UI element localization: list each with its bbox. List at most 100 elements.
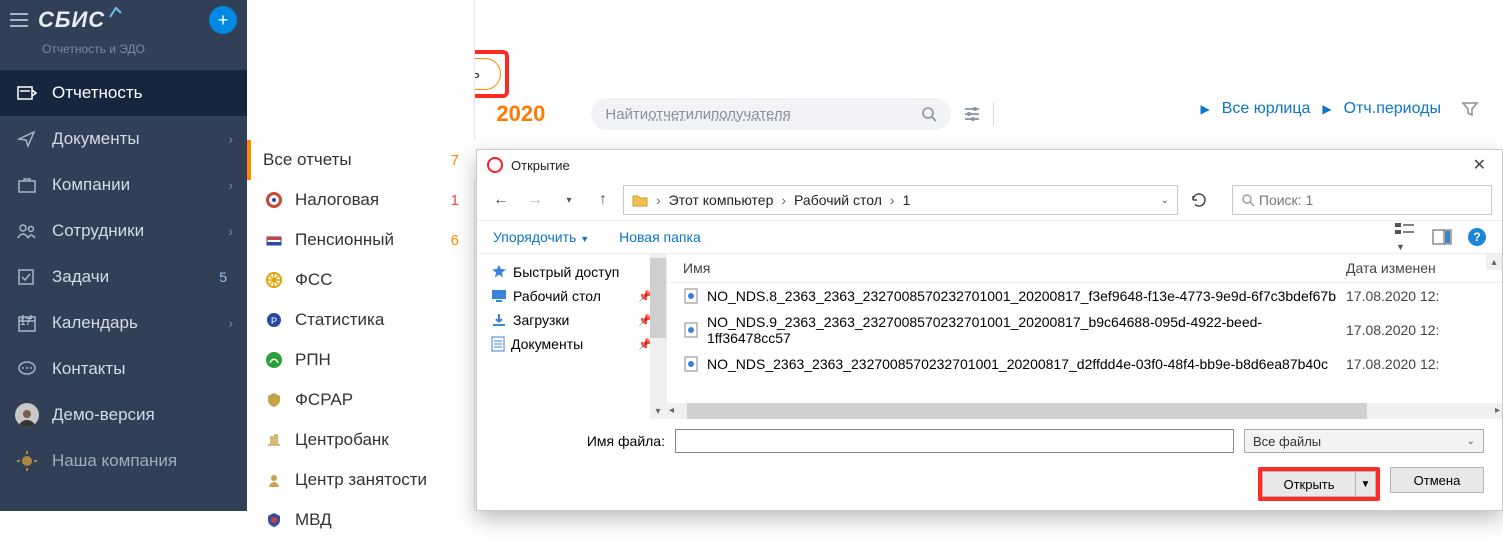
sidebar-item-label: Компании [52, 175, 130, 195]
briefcase-icon [14, 176, 40, 194]
search-recipient-link[interactable]: получателя [711, 106, 791, 123]
address-dropdown-icon[interactable]: ⌄ [1161, 195, 1169, 206]
sidebar-item-label: Документы [52, 129, 140, 149]
sidebar-item-companies[interactable]: Компании › [0, 162, 247, 208]
scrollbar-thumb[interactable] [650, 258, 666, 338]
funnel-icon[interactable] [1461, 100, 1479, 118]
open-button[interactable]: Открыть [1262, 471, 1356, 497]
search-icon[interactable] [921, 106, 937, 122]
category-count: 6 [451, 232, 459, 249]
chevron-right-icon: › [228, 223, 233, 239]
category-label: РПН [295, 350, 331, 370]
nav-recent-dropdown-icon[interactable]: ▾ [555, 186, 583, 214]
brand-bird-icon [109, 7, 123, 21]
scroll-up-icon[interactable]: ▴ [1486, 254, 1502, 270]
file-name: NO_NDS.9_2363_2363_2327008570232701001_2… [707, 314, 1338, 346]
sidebar-item-documents[interactable]: Документы › [0, 116, 247, 162]
sidebar-item-company[interactable]: Наша компания [0, 438, 247, 484]
tree-item[interactable]: Загрузки📌 [485, 308, 658, 332]
scroll-right-icon[interactable]: ▸ [1495, 405, 1500, 416]
filetype-value: Все файлы [1253, 434, 1321, 449]
category-item[interactable]: РПН [247, 340, 475, 380]
file-row[interactable]: NO_NDS.8_2363_2363_2327008570232701001_2… [667, 283, 1502, 309]
scroll-left-icon[interactable]: ◂ [669, 405, 674, 416]
column-date[interactable]: Дата изменен [1346, 260, 1486, 276]
refresh-icon[interactable] [1184, 185, 1214, 215]
category-item[interactable]: Все отчеты7 [247, 140, 475, 180]
sidebar-item-calendar[interactable]: 17 Календарь › [0, 300, 247, 346]
highlight-box: Открыть ▼ [1258, 467, 1380, 501]
breadcrumb-2[interactable]: 1 [903, 192, 911, 208]
nav-back-icon[interactable]: ← [487, 186, 515, 214]
crumb-periods[interactable]: Отч.периоды [1344, 100, 1441, 118]
tree-item[interactable]: Рабочий стол📌 [485, 284, 658, 308]
sidebar: СБИС + Отчетность и ЭДО Отчетность Докум… [0, 0, 247, 511]
help-icon[interactable]: ? [1468, 228, 1486, 246]
breadcrumb-1[interactable]: Рабочий стол [794, 192, 882, 208]
file-open-dialog: Открытие ✕ ← → ▾ ↑ › Этот компьютер › Ра… [476, 149, 1503, 511]
hscrollbar-thumb[interactable] [687, 403, 1367, 419]
svg-text:Р: Р [271, 316, 277, 326]
list-settings-icon[interactable] [963, 106, 981, 122]
category-item[interactable]: Р Статистика [247, 300, 475, 340]
chevron-right-icon: › [779, 192, 788, 208]
tree-label: Загрузки [513, 312, 569, 328]
file-row[interactable]: NO_NDS.9_2363_2363_2327008570232701001_2… [667, 309, 1502, 351]
sidebar-item-contacts[interactable]: Контакты [0, 346, 247, 392]
sidebar-item-reports[interactable]: Отчетность [0, 70, 247, 116]
search-input[interactable]: Найти отчет или получателя [591, 98, 951, 130]
category-item[interactable]: Пенсионный 6 [247, 220, 475, 260]
crumb-all-legal[interactable]: Все юрлица [1222, 100, 1311, 118]
sidebar-item-label: Задачи [52, 267, 109, 287]
add-button[interactable]: + [209, 6, 237, 34]
category-item[interactable]: МВД [247, 500, 475, 540]
category-item[interactable]: ФСС [247, 260, 475, 300]
tree-label: Быстрый доступ [513, 264, 619, 280]
file-name: NO_NDS_2363_2363_2327008570232701001_202… [707, 356, 1338, 372]
hscrollbar[interactable]: ◂ ▸ [667, 403, 1502, 419]
scroll-down-icon[interactable]: ▾ [650, 403, 666, 419]
sidebar-item-employees[interactable]: Сотрудники › [0, 208, 247, 254]
sidebar-item-demo[interactable]: Демо-версия [0, 392, 247, 438]
breadcrumb-0[interactable]: Этот компьютер [669, 192, 774, 208]
file-row[interactable]: NO_NDS_2363_2363_2327008570232701001_202… [667, 351, 1502, 377]
category-label: Пенсионный [295, 230, 394, 250]
open-dropdown-icon[interactable]: ▼ [1356, 471, 1376, 497]
chevron-right-icon: › [654, 192, 663, 208]
filename-input[interactable] [675, 429, 1234, 453]
category-icon [263, 231, 285, 249]
chevron-right-icon: › [228, 177, 233, 193]
address-bar[interactable]: › Этот компьютер › Рабочий стол › 1 ⌄ [623, 185, 1178, 215]
people-icon [14, 222, 40, 240]
close-icon[interactable]: ✕ [1467, 155, 1492, 175]
new-folder-button[interactable]: Новая папка [619, 229, 701, 245]
category-item[interactable]: Центр занятости [247, 460, 475, 500]
organize-menu[interactable]: Упорядочить ▼ [493, 229, 589, 245]
cancel-button[interactable]: Отмена [1390, 467, 1484, 493]
checklist-icon [14, 268, 40, 286]
column-name[interactable]: Имя [683, 260, 1346, 276]
dialog-search-input[interactable]: Поиск: 1 [1232, 185, 1492, 215]
xml-file-icon [683, 322, 699, 338]
view-options-icon[interactable]: ▼ [1394, 221, 1416, 253]
file-list: ▴ Имя Дата изменен NO_NDS.8_2363_2363_23… [667, 254, 1502, 419]
category-item[interactable]: Центробанк [247, 420, 475, 460]
nav-up-icon[interactable]: ↑ [589, 186, 617, 214]
year-label[interactable]: 2020 [496, 101, 545, 127]
brand-logo: СБИС [38, 7, 209, 33]
preview-pane-icon[interactable] [1432, 229, 1452, 245]
search-or: или [686, 106, 712, 123]
category-icon [263, 191, 285, 209]
filetype-select[interactable]: Все файлы ⌄ [1244, 429, 1484, 453]
chevron-right-icon: › [228, 131, 233, 147]
tree-item[interactable]: Быстрый доступ [485, 260, 658, 284]
tree-item[interactable]: Документы📌 [485, 332, 658, 356]
menu-icon[interactable] [10, 13, 28, 27]
category-item[interactable]: ФСРАР [247, 380, 475, 420]
dialog-title: Открытие [511, 158, 570, 173]
category-label: Статистика [295, 310, 384, 330]
search-report-link[interactable]: отчет [648, 106, 685, 123]
sun-icon [14, 451, 40, 471]
sidebar-item-tasks[interactable]: Задачи 5 [0, 254, 247, 300]
category-item[interactable]: Налоговая1 [247, 180, 475, 220]
